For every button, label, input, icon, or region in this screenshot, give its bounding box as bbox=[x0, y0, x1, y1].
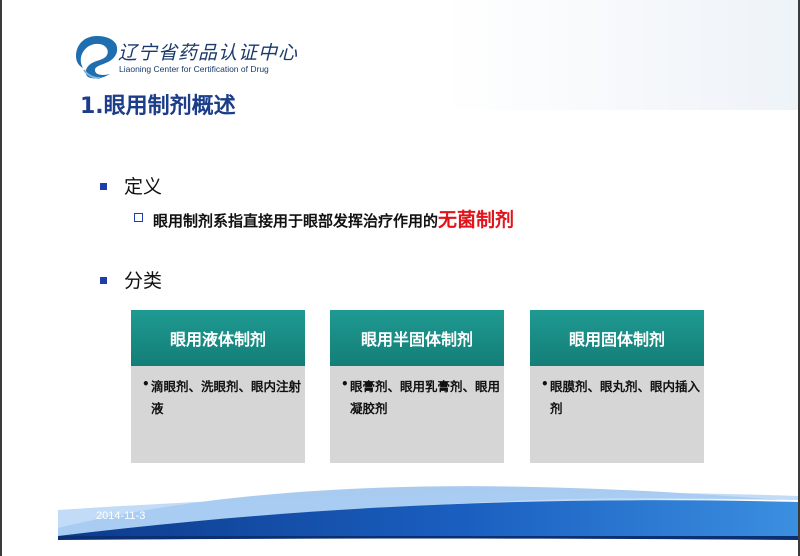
org-name-cn: 辽宁省药品认证中心 bbox=[118, 42, 299, 64]
card-solid: 眼用固体制剂 • 眼膜剂、眼丸剂、眼内插入剂 bbox=[530, 310, 704, 463]
bullet-classification-icon bbox=[100, 277, 107, 284]
definition-highlight: 无菌制剂 bbox=[438, 209, 515, 231]
footer-date: 2014-11-3 bbox=[96, 510, 146, 522]
card-bullet-icon: • bbox=[142, 377, 150, 391]
card-liquid: 眼用液体制剂 • 滴眼剂、洗眼剂、眼内注射液 bbox=[131, 310, 305, 463]
definition-text: 眼用制剂系指直接用于眼部发挥治疗作用的无菌制剂 bbox=[153, 205, 514, 232]
sub-bullet-icon bbox=[134, 213, 143, 222]
definition-heading: 定义 bbox=[124, 176, 163, 198]
page-title: 1.眼用制剂概述 bbox=[80, 94, 236, 119]
card-items: 眼膏剂、眼用乳膏剂、眼用凝胶剂 bbox=[350, 379, 501, 416]
org-logo-icon bbox=[76, 36, 118, 79]
card-items: 滴眼剂、洗眼剂、眼内注射液 bbox=[151, 379, 302, 416]
card-semisolid: 眼用半固体制剂 • 眼膏剂、眼用乳膏剂、眼用凝胶剂 bbox=[330, 310, 504, 463]
card-body: • 眼膜剂、眼丸剂、眼内插入剂 bbox=[530, 366, 704, 463]
card-items: 眼膜剂、眼丸剂、眼内插入剂 bbox=[550, 379, 701, 416]
classification-heading: 分类 bbox=[124, 270, 163, 292]
definition-body: 眼用制剂系指直接用于眼部发挥治疗作用的 bbox=[153, 212, 439, 230]
card-body: • 滴眼剂、洗眼剂、眼内注射液 bbox=[131, 366, 305, 463]
card-title: 眼用液体制剂 bbox=[131, 310, 305, 366]
card-bullet-icon: • bbox=[541, 377, 549, 391]
card-title: 眼用半固体制剂 bbox=[330, 310, 504, 366]
org-name-en: Liaoning Center for Certification of Dru… bbox=[119, 64, 269, 74]
card-title: 眼用固体制剂 bbox=[530, 310, 704, 366]
bullet-definition-icon bbox=[100, 183, 107, 190]
card-body: • 眼膏剂、眼用乳膏剂、眼用凝胶剂 bbox=[330, 366, 504, 463]
card-bullet-icon: • bbox=[341, 377, 349, 391]
